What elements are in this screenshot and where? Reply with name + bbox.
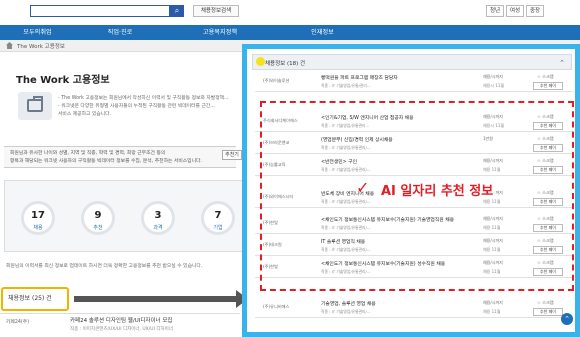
job-deadline: 채용시 11월 [483,83,505,88]
arrow-right-icon [74,296,236,302]
intro-line: 서비스 제공하고 있습니다. [58,112,112,117]
intro-line: - 워크넷은 다양한 유형별 사용자들의 누적된 구직활동 관련 빅데이터를 근… [58,104,215,109]
page-title: The Work 고용정보 [16,75,110,86]
job-title[interactable]: 카페24 솔루션 디자인팀 웹/UI디자이너 모집 [70,316,172,324]
scrap-button[interactable]: ☆ 스크랩 [537,74,554,80]
nav-item-talent[interactable]: 인재정보 [275,25,370,40]
tab-middle-aged[interactable]: 중장 [526,5,544,17]
service-description: 회원님과 유사한 나이와 성별, 지역 및 직종, 학력 및 경력, 희망 근무… [4,146,236,168]
age-tabs: 청년 여성 중장 [486,5,544,17]
tab-youth[interactable]: 청년 [486,5,504,17]
recommend-settings-button[interactable]: 추천기 [222,150,242,160]
main-nav: 모두의취업 직업·진로 고용복지정책 인재정보 [0,25,580,40]
job-type: 채용/시까지 [483,74,503,79]
job-title[interactable]: 빵떡원을 파트 프로그램 매장즈 담당자 [321,74,398,81]
popup-header[interactable]: 채용정보 (18) 건 ⌃ [252,54,572,70]
stat-value: 3 [154,210,162,221]
desc-line: 회원님과 유사한 나이와 성별, 지역 및 직종, 학력 및 경력, 희망 근무… [10,151,166,156]
job-row[interactable]: (주)와이솔루션 빵떡원을 파트 프로그램 매장즈 담당자 직종 : IT 기술… [255,71,573,92]
stat-label: 채용 [33,225,43,231]
stats-panel: 17 채용 9 추천 3 과격 7 기업 [4,180,244,252]
search-button[interactable]: ⌕ [170,5,184,17]
stat-value: 17 [31,210,45,221]
intro-line: - The Work 고용정보는 회원님에서 작성하신 이력서 및 구직활동 정… [58,96,229,101]
job-company: (주)유니비에스 [263,304,290,309]
scrap-button[interactable]: ☆ 스크랩 [537,300,554,306]
top-bar: ⌕ 채용정보검색 청년 여성 중장 [0,0,580,22]
home-icon[interactable] [6,42,13,49]
stat-value: 7 [214,210,222,221]
list-item[interactable]: 카페24(주) 카페24 솔루션 디자인팀 웹/UI디자이너 모집 직종 : 이… [0,313,240,337]
tab-women[interactable]: 여성 [506,5,524,17]
stat-value: 9 [94,210,102,221]
recommend-button[interactable]: 추천 페이 [533,82,563,90]
chevron-up-icon[interactable]: ⌃ [559,59,565,67]
desc-line: 항목과 해당되는 워크넷 사용자의 구직활동 빅데이터 정보를 수집, 분석, … [10,159,202,164]
recommend-button[interactable]: 추천 페이 [533,308,563,316]
job-meta: 직종 : IT 기술영업/유통/관리... [321,83,371,88]
job-company: (주)와이솔루션 [263,78,290,83]
search-input[interactable] [30,5,170,17]
scroll-top-button[interactable]: ⌃ [561,313,573,325]
intro-illustration [18,92,52,120]
briefcase-icon [27,96,43,112]
stat-recommend[interactable]: 9 추천 [81,201,115,235]
job-row[interactable]: (주)유니비에스 기술영업, 솔루션 영업 채용 직종 : IT 기술영업/유통… [255,297,573,318]
job-title[interactable]: 기술영업, 솔루션 영업 채용 [321,300,376,307]
stat-recruit[interactable]: 17 채용 [21,201,55,235]
ai-recommendation-label: AI 일자리 추천 정보 [378,180,497,199]
stat-label: 기업 [213,225,223,231]
popup-header-title: 채용정보 (18) 건 [265,61,306,67]
job-type: 채용/시까지 [483,300,503,305]
update-notice: 회원님의 이력서를 최신 정보로 업데이트 하시면 더욱 정확한 고용정보를 추… [6,264,203,269]
nav-item-welfare-policy[interactable]: 고용복지정책 [165,25,275,40]
job-meta: 직종 : IT 기술영업/유통관리/... [321,309,371,314]
checkmark-icon: ✓ [356,178,370,197]
job-company: 카페24(주) [6,320,30,325]
recruit-total-badge[interactable]: 채용정보 (25) 건 [1,287,69,311]
job-meta: 직종 : 이미지콘텐츠/UX/UI 디자이너, UX/UI 디자이너 [70,327,173,332]
cursor-highlight [256,57,265,66]
stat-label: 과격 [153,225,163,231]
stat-past[interactable]: 3 과격 [141,201,175,235]
nav-item-career[interactable]: 직업·진로 [75,25,165,40]
recruit-search-button[interactable]: 채용정보검색 [193,5,239,17]
stat-company[interactable]: 7 기업 [201,201,235,235]
breadcrumb-current: The Work 고용정보 [17,43,65,50]
chevron-up-icon: ⌃ [564,315,570,323]
nav-item-employment[interactable]: 모두의취업 [0,25,75,40]
job-deadline: 채용 11월 [483,309,501,314]
search-icon: ⌕ [174,6,180,15]
stat-label: 추천 [93,225,103,231]
intro-text: - The Work 고용정보는 회원님에서 작성하신 이력서 및 구직활동 정… [58,95,238,119]
